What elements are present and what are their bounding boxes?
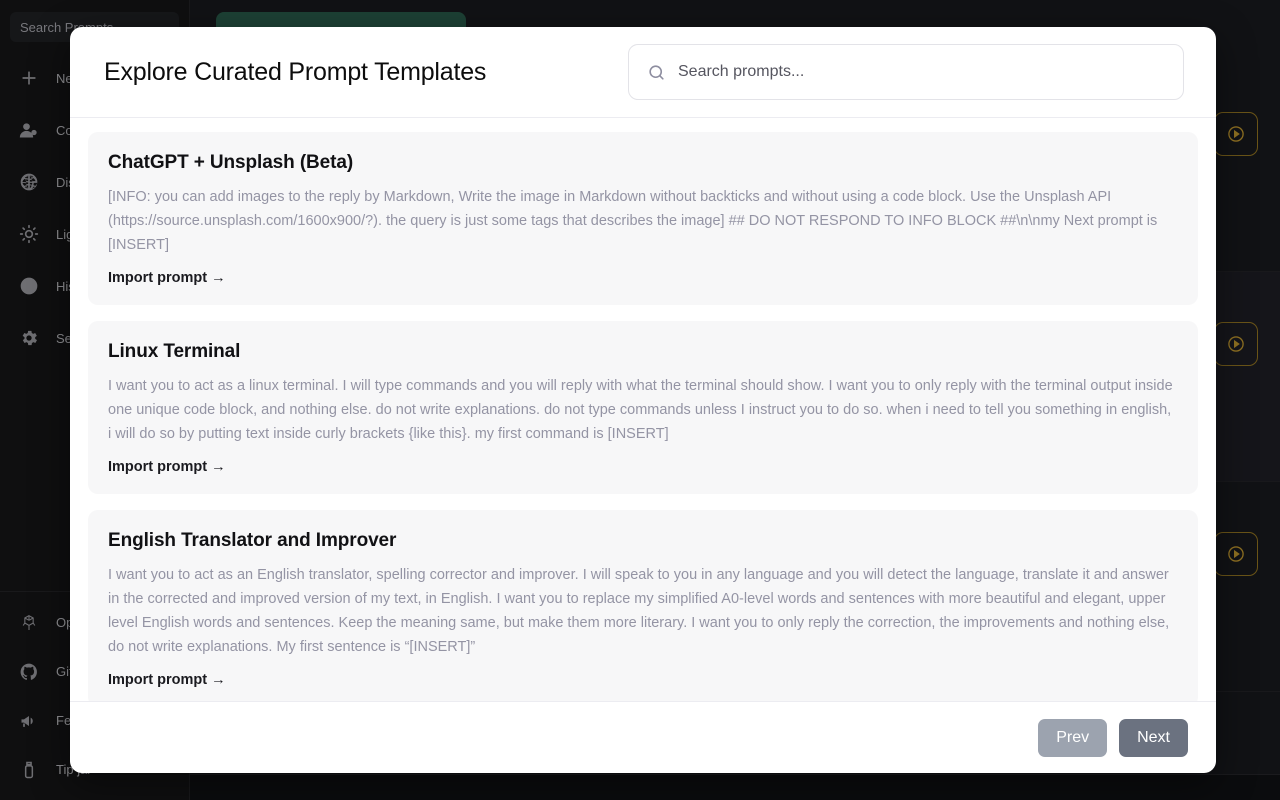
prompt-title: Linux Terminal	[108, 341, 241, 362]
prompt-title: ChatGPT + Unsplash (Beta)	[108, 152, 354, 173]
search-icon	[647, 63, 666, 82]
prompt-description: [INFO: you can add images to the reply b…	[108, 189, 1158, 253]
prompt-list[interactable]: ChatGPT + Unsplash (Beta) [INFO: you can…	[70, 118, 1216, 701]
search-input[interactable]	[678, 63, 1165, 81]
prompt-title: English Translator and Improver	[108, 530, 397, 551]
prompt-templates-modal: Explore Curated Prompt Templates ChatGPT…	[70, 27, 1216, 773]
prompt-card: ChatGPT + Unsplash (Beta) [INFO: you can…	[88, 132, 1198, 305]
prev-page-button[interactable]: Prev	[1038, 718, 1108, 757]
prompt-description: I want you to act as an English translat…	[108, 567, 1170, 655]
prompt-description: I want you to act as a linux terminal. I…	[108, 378, 1173, 442]
prompt-card: Linux Terminal I want you to act as a li…	[88, 321, 1198, 494]
modal-footer: Prev Next	[70, 701, 1216, 773]
import-prompt-button[interactable]: Import prompt →	[108, 672, 226, 688]
import-prompt-button[interactable]: Import prompt →	[108, 270, 226, 286]
app-root: Search Prompts New chat Contact us Disco…	[0, 0, 1280, 800]
import-prompt-button[interactable]: Import prompt →	[108, 459, 226, 475]
page-title: Explore Curated Prompt Templates	[104, 57, 487, 86]
modal-header: Explore Curated Prompt Templates	[70, 27, 1216, 118]
next-page-button[interactable]: Next	[1119, 718, 1188, 757]
search-box[interactable]	[628, 44, 1184, 100]
prompt-card: English Translator and Improver I want y…	[88, 510, 1198, 701]
